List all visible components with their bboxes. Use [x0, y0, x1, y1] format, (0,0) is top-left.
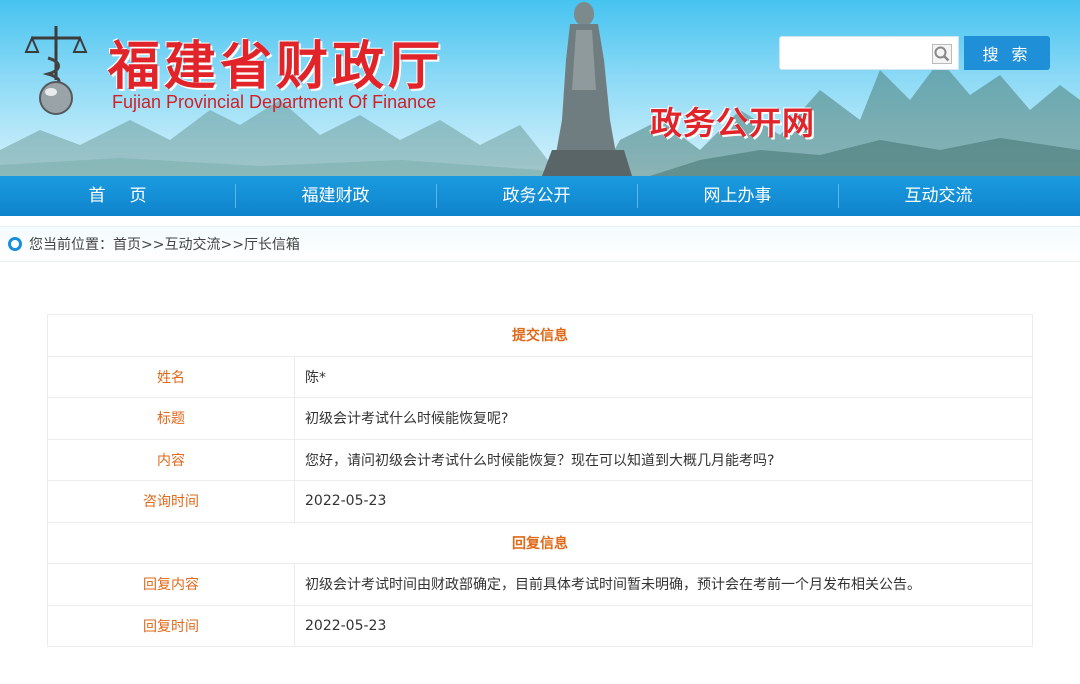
breadcrumb-interaction-link[interactable]: 互动交流	[164, 237, 220, 253]
reply-time-value: 2022-05-23	[294, 604, 1033, 647]
reply-content-value: 初级会计考试时间由财政部确定，目前具体考试时间暂未明确，预计会在考前一个月发布相…	[294, 563, 1033, 606]
header-banner: 福建省财政厅 Fujian Provincial Department Of F…	[0, 0, 1080, 176]
breadcrumb-separator: >>	[220, 237, 244, 253]
reply-heading: 回复信息	[47, 521, 1033, 564]
title-label: 标题	[47, 397, 295, 440]
main-nav: 首页 福建财政 政务公开 网上办事 互动交流	[0, 176, 1080, 216]
breadcrumb: 您当前位置：首页>>互动交流>>厅长信箱	[0, 226, 1080, 262]
site-subtitle: 政务公开网	[650, 104, 816, 142]
content-label: 内容	[47, 438, 295, 481]
table-row: 回复内容 初级会计考试时间由财政部确定，目前具体考试时间暂未明确，预计会在考前一…	[47, 563, 1033, 606]
table-row: 姓名 陈*	[47, 355, 1033, 398]
reply-content-label: 回复内容	[47, 563, 295, 606]
breadcrumb-separator: >>	[141, 237, 165, 253]
table-row: 回复时间 2022-05-23	[47, 604, 1033, 647]
submission-heading: 提交信息	[47, 314, 1033, 357]
search-button[interactable]: 搜 索	[964, 36, 1050, 70]
inquiry-time-label: 咨询时间	[47, 480, 295, 523]
reply-time-label: 回复时间	[47, 604, 295, 647]
inquiry-time-value: 2022-05-23	[294, 480, 1033, 523]
table-row: 标题 初级会计考试什么时候能恢复呢?	[47, 397, 1033, 440]
letter-detail-table: 提交信息 姓名 陈* 标题 初级会计考试什么时候能恢复呢? 内容 您好，请问初级…	[47, 314, 1033, 647]
nav-item-interaction[interactable]: 互动交流	[838, 176, 1039, 216]
search-input[interactable]	[780, 37, 928, 69]
table-row: 内容 您好，请问初级会计考试什么时候能恢复？现在可以知道到大概几月能考吗?	[47, 438, 1033, 481]
reply-section-header: 回复信息	[47, 521, 1033, 564]
breadcrumb-mailbox-link[interactable]: 厅长信箱	[244, 237, 300, 253]
content-value: 您好，请问初级会计考试什么时候能恢复？现在可以知道到大概几月能考吗?	[294, 438, 1033, 481]
search-box	[779, 36, 959, 70]
site-title-english: Fujian Provincial Department Of Finance	[112, 92, 437, 112]
breadcrumb-prefix: 您当前位置：	[29, 237, 113, 253]
name-value: 陈*	[294, 355, 1033, 398]
nav-item-fujian-finance[interactable]: 福建财政	[235, 176, 436, 216]
submission-section-header: 提交信息	[47, 314, 1033, 357]
nav-item-home[interactable]: 首页	[0, 176, 235, 216]
breadcrumb-home-link[interactable]: 首页	[113, 237, 141, 253]
search-icon[interactable]	[932, 44, 952, 64]
justice-scale-emblem	[24, 26, 88, 115]
name-label: 姓名	[47, 355, 295, 398]
mazu-statue-illustration	[542, 2, 632, 176]
nav-item-government-affairs[interactable]: 政务公开	[436, 176, 637, 216]
table-row: 咨询时间 2022-05-23	[47, 480, 1033, 523]
title-value: 初级会计考试什么时候能恢复呢?	[294, 397, 1033, 440]
nav-item-online-services[interactable]: 网上办事	[637, 176, 838, 216]
location-dot-icon	[8, 237, 22, 251]
site-title-chinese: 福建省财政厅	[108, 36, 445, 97]
